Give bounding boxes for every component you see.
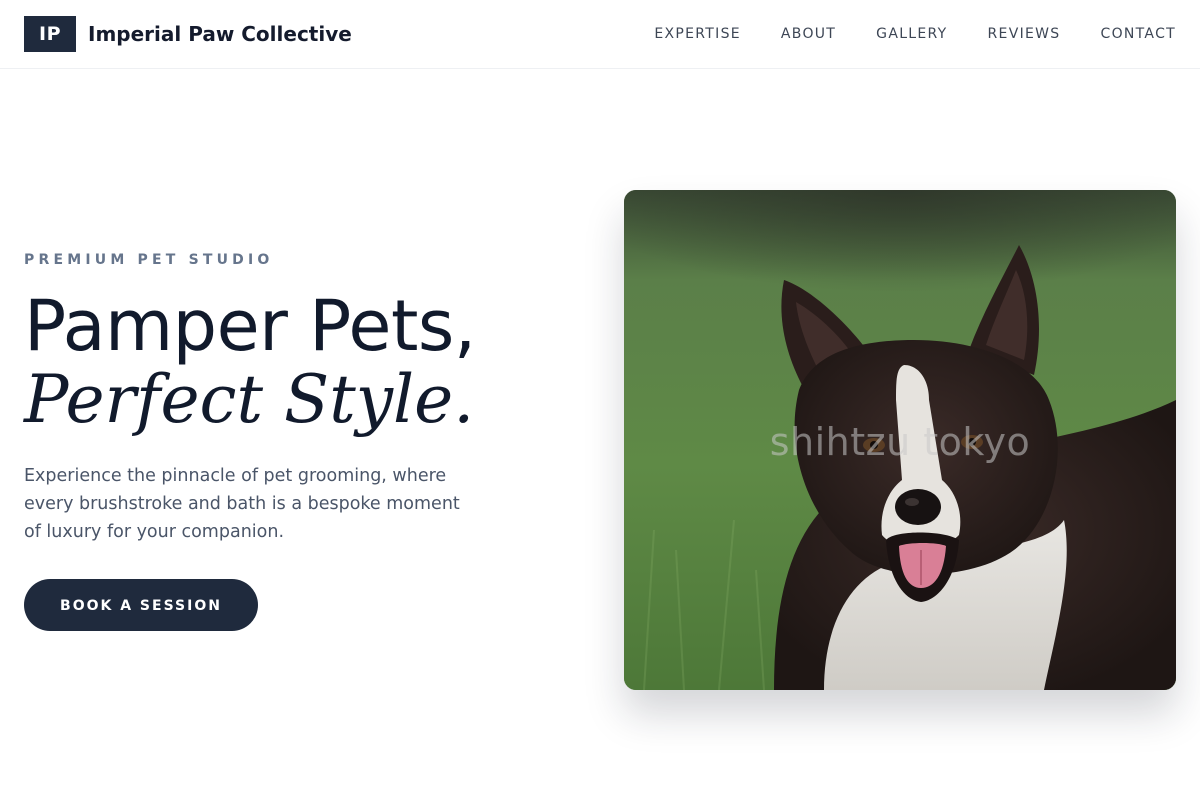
- main-nav: EXPERTISE ABOUT GALLERY REVIEWS CONTACT: [654, 22, 1176, 46]
- nav-link-reviews[interactable]: REVIEWS: [988, 26, 1061, 42]
- nav-link-gallery[interactable]: GALLERY: [876, 26, 947, 42]
- logo-mark[interactable]: IP: [24, 16, 76, 52]
- hero-headline: Pamper Pets, Perfect Style.: [24, 288, 544, 436]
- hero-content: PREMIUM PET STUDIO Pamper Pets, Perfect …: [24, 250, 544, 631]
- headline-line-2: Perfect Style.: [24, 361, 475, 438]
- hero-dog-photo: shihtzu tokyo: [624, 190, 1176, 690]
- nav-link-expertise[interactable]: EXPERTISE: [654, 26, 741, 42]
- hero-description: Experience the pinnacle of pet grooming,…: [24, 466, 460, 542]
- nav-link-contact[interactable]: CONTACT: [1101, 26, 1177, 42]
- headline-line-1: Pamper Pets,: [24, 285, 476, 367]
- image-watermark: shihtzu tokyo: [769, 420, 1031, 464]
- brand-name[interactable]: Imperial Paw Collective: [88, 20, 352, 48]
- nav-link-about[interactable]: ABOUT: [781, 26, 836, 42]
- hero-eyebrow: PREMIUM PET STUDIO: [24, 252, 274, 268]
- site-header: IP Imperial Paw Collective EXPERTISE ABO…: [0, 0, 1200, 69]
- book-session-button[interactable]: BOOK A SESSION: [24, 579, 258, 631]
